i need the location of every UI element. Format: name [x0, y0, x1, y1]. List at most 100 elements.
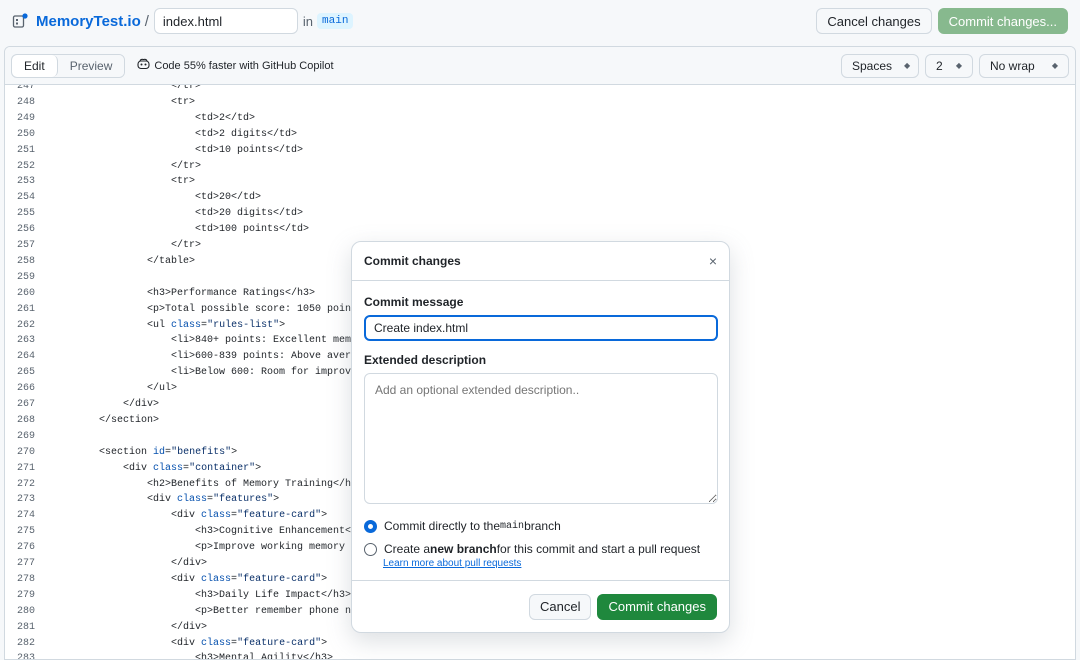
- learn-more-link[interactable]: Learn more about pull requests: [383, 558, 717, 569]
- line-code: <div class="feature-card">: [51, 510, 328, 522]
- line-code: <td>10 points</td>: [51, 144, 304, 156]
- line-number: 268: [16, 414, 35, 426]
- line-code: <td>100 points</td>: [51, 224, 310, 236]
- line-code: <tr>: [51, 176, 196, 188]
- line-number: 279: [16, 589, 35, 601]
- select-chevron-icon: ◆: [1051, 61, 1058, 70]
- copilot-promo[interactable]: Code 55% faster with GitHub Copilot: [137, 58, 334, 73]
- code-line[interactable]: 252 </tr>: [5, 159, 1075, 175]
- tab-preview[interactable]: Preview: [57, 54, 125, 77]
- line-number: 281: [16, 621, 35, 633]
- option-new-suffix: for this commit and start a pull request: [496, 542, 701, 556]
- close-icon[interactable]: ×: [709, 253, 717, 269]
- wrap-mode-select[interactable]: No wrap ◆: [979, 53, 1069, 78]
- indent-mode-select[interactable]: Spaces ◆: [841, 53, 919, 78]
- line-number: 250: [16, 128, 35, 140]
- edit-preview-toggle: Edit Preview: [11, 53, 126, 78]
- cancel-button[interactable]: Cancel: [528, 593, 592, 620]
- code-line[interactable]: 248 <tr>: [5, 95, 1075, 111]
- line-number: 265: [16, 367, 35, 379]
- copilot-icon: [137, 58, 150, 73]
- line-number: 269: [16, 430, 35, 442]
- option-direct-branch: main: [500, 520, 525, 532]
- line-code: <li>600-839 points: Above avera: [51, 351, 358, 363]
- line-code: </tr>: [51, 240, 202, 251]
- code-line[interactable]: 283 <h3>Mental Agility</h3>: [5, 651, 1075, 660]
- line-code: <p>Total possible score: 1050 point: [51, 303, 358, 315]
- branch-badge: main: [317, 13, 354, 29]
- line-number: 258: [16, 255, 35, 267]
- code-line[interactable]: 249 <td>2</td>: [5, 111, 1075, 127]
- line-number: 276: [16, 542, 35, 554]
- line-number: 264: [16, 351, 35, 363]
- extended-description-label: Extended description: [364, 353, 487, 367]
- cancel-changes-button[interactable]: Cancel changes: [816, 8, 932, 34]
- repo-icon: [12, 13, 28, 29]
- code-line[interactable]: 255 <td>20 digits</td>: [5, 206, 1075, 222]
- topbar-actions: Cancel changes Commit changes...: [816, 8, 1068, 34]
- line-number: 282: [16, 637, 35, 649]
- line-number: 273: [16, 494, 35, 506]
- path-separator: /: [144, 12, 149, 30]
- line-code: </div>: [51, 399, 160, 410]
- line-number: 251: [16, 144, 35, 156]
- tab-edit[interactable]: Edit: [12, 54, 58, 77]
- code-line[interactable]: 251 <td>10 points</td>: [5, 143, 1075, 159]
- repo-name-link[interactable]: MemoryTest.io: [36, 13, 141, 30]
- option-commit-direct[interactable]: Commit directly to the main branch: [364, 519, 717, 533]
- option-direct-prefix: Commit directly to the: [384, 519, 501, 533]
- line-code: <li>Below 600: Room for improve: [51, 367, 358, 379]
- line-number: 249: [16, 112, 35, 124]
- line-code: <h3>Daily Life Impact</h3>: [51, 589, 352, 601]
- commit-message-input[interactable]: [364, 315, 718, 341]
- line-code: <li>840+ points: Excellent memo: [51, 335, 358, 347]
- radio-checked-icon[interactable]: [364, 519, 377, 533]
- select-chevron-icon: ◆: [955, 61, 962, 70]
- code-line[interactable]: 250 <td>2 digits</td>: [5, 127, 1075, 143]
- line-code: </tr>: [51, 160, 202, 172]
- line-number: 247: [16, 85, 35, 92]
- commit-message-label: Commit message: [364, 295, 464, 309]
- select-chevron-icon: ◆: [904, 61, 911, 70]
- in-label: in: [302, 13, 314, 29]
- line-number: 272: [16, 478, 35, 490]
- code-line[interactable]: 254 <td>20</td>: [5, 190, 1075, 206]
- option-direct-suffix: branch: [524, 519, 561, 533]
- line-code: <div class="feature-card">: [51, 573, 328, 585]
- line-number: 283: [16, 653, 35, 660]
- line-code: <td>20 digits</td>: [51, 208, 304, 220]
- indent-mode-value: Spaces: [852, 58, 893, 73]
- line-code: <section id="benefits">: [51, 446, 238, 458]
- line-code: </table>: [51, 255, 196, 267]
- line-code: <ul class="rules-list">: [51, 319, 286, 331]
- line-code: <tr>: [51, 96, 196, 108]
- line-code: <h3>Mental Agility</h3>: [51, 653, 334, 660]
- line-number: 271: [16, 462, 35, 474]
- line-code: </tr>: [51, 85, 202, 92]
- commit-changes-button[interactable]: Commit changes: [597, 593, 717, 620]
- line-number: 256: [16, 224, 35, 236]
- option-new-bold: new branch: [430, 542, 497, 556]
- code-line[interactable]: 253 <tr>: [5, 174, 1075, 190]
- dialog-body: Commit message Extended description Comm…: [352, 295, 729, 569]
- radio-unchecked-icon[interactable]: [364, 542, 377, 556]
- line-number: 253: [16, 176, 35, 188]
- commit-changes-top-button[interactable]: Commit changes...: [937, 8, 1068, 34]
- copilot-text: Code 55% faster with GitHub Copilot: [154, 59, 334, 72]
- line-number: 278: [16, 573, 35, 585]
- line-number: 257: [16, 240, 35, 251]
- indent-size-select[interactable]: 2 ◆: [925, 53, 973, 78]
- indent-size-value: 2: [936, 58, 943, 73]
- option-new-branch[interactable]: Create a new branch for this commit and …: [364, 542, 717, 556]
- line-number: 274: [16, 510, 35, 522]
- code-line[interactable]: 282 <div class="feature-card">: [5, 636, 1075, 652]
- top-bar: MemoryTest.io / in main Cancel changes C…: [0, 0, 1080, 42]
- line-number: 262: [16, 319, 35, 331]
- dialog-footer: Cancel Commit changes: [352, 580, 729, 632]
- code-line[interactable]: 247 </tr>: [5, 85, 1075, 95]
- filename-input[interactable]: [153, 8, 298, 34]
- line-code: </section>: [51, 414, 160, 426]
- line-number: 275: [16, 526, 35, 538]
- extended-description-input[interactable]: [364, 373, 718, 504]
- code-line[interactable]: 256 <td>100 points</td>: [5, 222, 1075, 238]
